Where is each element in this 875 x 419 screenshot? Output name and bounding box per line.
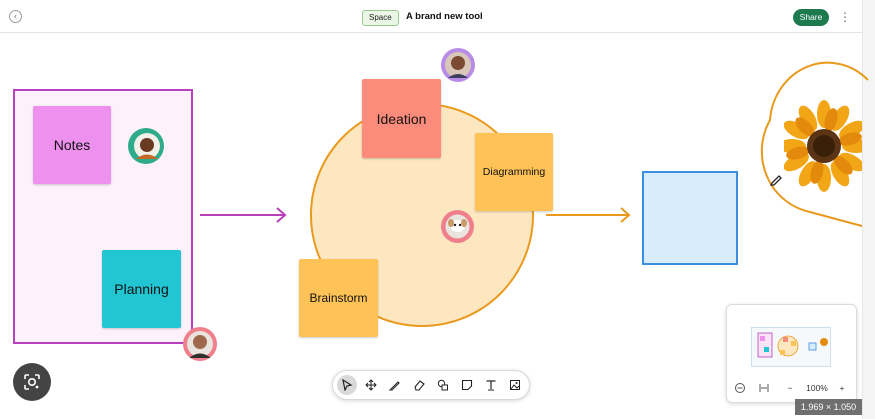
eraser-tool[interactable] [409, 375, 429, 395]
zoom-out-button[interactable]: − [784, 381, 796, 395]
sticky-label: Ideation [376, 110, 427, 127]
avatar[interactable] [183, 327, 217, 361]
image-dimensions-badge: 1.969 × 1.050 [795, 399, 862, 415]
fit-width-icon [759, 384, 769, 392]
sticky-label: Brainstorm [309, 291, 368, 305]
shapes-icon [437, 379, 448, 391]
avatar[interactable] [441, 48, 475, 82]
sunflower-image[interactable] [784, 98, 862, 198]
avatar[interactable] [128, 128, 164, 164]
move-tool[interactable] [361, 375, 381, 395]
eraser-icon [414, 380, 425, 391]
text-tool[interactable] [481, 375, 501, 395]
minimap-icon [735, 383, 745, 393]
image-icon [510, 380, 520, 390]
sticky-note-tool[interactable] [457, 375, 477, 395]
lens-search-button[interactable] [13, 363, 51, 401]
drawing-toolbar [332, 370, 530, 400]
sticky-brainstorm[interactable]: Brainstorm [299, 259, 378, 337]
sticky-label: Diagramming [482, 166, 546, 178]
pen-tool[interactable] [385, 375, 405, 395]
pencil-icon[interactable] [769, 172, 783, 186]
sticky-ideation[interactable]: Ideation [362, 79, 441, 158]
shapes-tool[interactable] [433, 375, 453, 395]
sticky-diagramming[interactable]: Diagramming [475, 133, 553, 211]
sticky-label: Notes [53, 137, 91, 153]
minimap-panel: − 100% + [726, 304, 857, 403]
text-icon [486, 380, 496, 391]
sticky-label: Planning [114, 281, 169, 297]
avatar[interactable] [441, 210, 474, 243]
image-tool[interactable] [505, 375, 525, 395]
fit-width-button[interactable] [757, 381, 771, 395]
zoom-level[interactable]: 100% [802, 381, 832, 395]
pen-icon [389, 381, 400, 391]
sticky-planning[interactable]: Planning [102, 250, 181, 328]
select-tool[interactable] [337, 375, 357, 395]
blue-square[interactable] [642, 171, 738, 265]
minimap-preview[interactable] [751, 327, 831, 367]
minimap-toggle-button[interactable] [733, 381, 747, 395]
move-icon [365, 379, 377, 391]
sticky-notes[interactable]: Notes [33, 106, 111, 184]
arrow-circle-to-square[interactable] [546, 207, 631, 223]
sticky-note-icon [461, 379, 473, 391]
lens-icon [24, 374, 40, 390]
arrow-frame-to-circle[interactable] [200, 207, 287, 223]
cursor-icon [342, 379, 353, 391]
zoom-in-button[interactable]: + [836, 381, 848, 395]
